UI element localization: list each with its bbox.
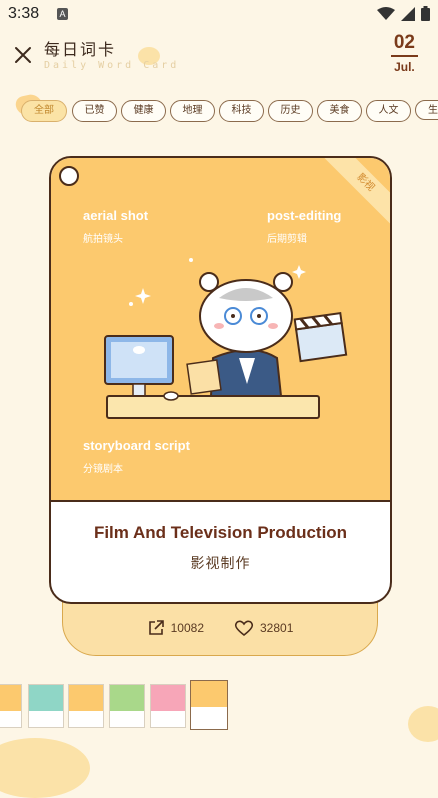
share-icon [148, 620, 164, 635]
app-notification-icon: A [57, 8, 68, 20]
card-hole [59, 166, 79, 186]
word-zh-3: 分镜剧本 [83, 464, 123, 475]
page-title: 每日词卡 [44, 40, 117, 59]
like-count: 32801 [260, 621, 294, 635]
close-button[interactable] [10, 42, 36, 68]
date-display: 02 Jul. [390, 32, 418, 74]
thumbnail-card[interactable] [68, 684, 104, 728]
thumbnail-card[interactable] [150, 684, 186, 728]
tab-technology[interactable]: 科技 [219, 100, 264, 122]
thumbnail-card-active[interactable] [190, 680, 228, 730]
close-icon [15, 47, 31, 63]
stats-row: 10082 32801 [63, 619, 377, 637]
card-title-zh: 影视制作 [190, 556, 251, 572]
thumbnail-card[interactable] [28, 684, 64, 728]
battery-icon [421, 6, 430, 21]
card-title-en: Film And Television Production [93, 523, 348, 542]
tab-geography[interactable]: 地理 [170, 100, 215, 122]
decor-blob [0, 738, 90, 798]
date-month: Jul. [394, 60, 415, 74]
status-time: 3:38 [8, 5, 40, 22]
signal-icon [401, 6, 415, 21]
category-tabs: 全部 已赞 健康 地理 科技 历史 美食 人文 生 [0, 100, 438, 124]
tab-more[interactable]: 生 [415, 100, 438, 120]
status-icons [377, 6, 430, 21]
share-count: 10082 [170, 621, 204, 635]
word-zh-1: 航拍镜头 [83, 234, 123, 245]
tab-history[interactable]: 历史 [268, 100, 313, 122]
tab-all[interactable]: 全部 [21, 100, 67, 122]
wifi-icon [377, 6, 395, 20]
thumbnail-card[interactable] [109, 684, 145, 728]
tab-liked[interactable]: 已赞 [72, 100, 117, 122]
header: 每日词卡 Daily Word Card 02 Jul. [0, 30, 438, 90]
share-button[interactable]: 10082 [147, 619, 204, 637]
tab-health[interactable]: 健康 [121, 100, 166, 122]
decor-blob [408, 706, 438, 742]
tab-food[interactable]: 美食 [317, 100, 362, 122]
heart-icon [234, 620, 254, 637]
thumbnail-card[interactable] [0, 684, 22, 728]
word-en-3: storyboard script [83, 438, 190, 453]
like-button[interactable]: 32801 [234, 619, 293, 637]
date-day: 02 [390, 32, 418, 57]
card-thumbnails [0, 680, 438, 732]
word-en-1: aerial shot [83, 208, 149, 223]
tab-humanities[interactable]: 人文 [366, 100, 411, 122]
hamster-editor-illustration [104, 258, 348, 419]
word-zh-2: 后期剪辑 [267, 234, 307, 245]
word-card[interactable]: 影视 aerial shot 航拍镜头 post-editing 后期剪辑 st… [49, 156, 392, 604]
status-bar: 3:38 A [0, 0, 438, 30]
word-en-2: post-editing [267, 208, 342, 223]
card-illustration-area: 影视 aerial shot 航拍镜头 post-editing 后期剪辑 st… [51, 158, 390, 502]
page-subtitle: Daily Word Card [44, 60, 180, 71]
